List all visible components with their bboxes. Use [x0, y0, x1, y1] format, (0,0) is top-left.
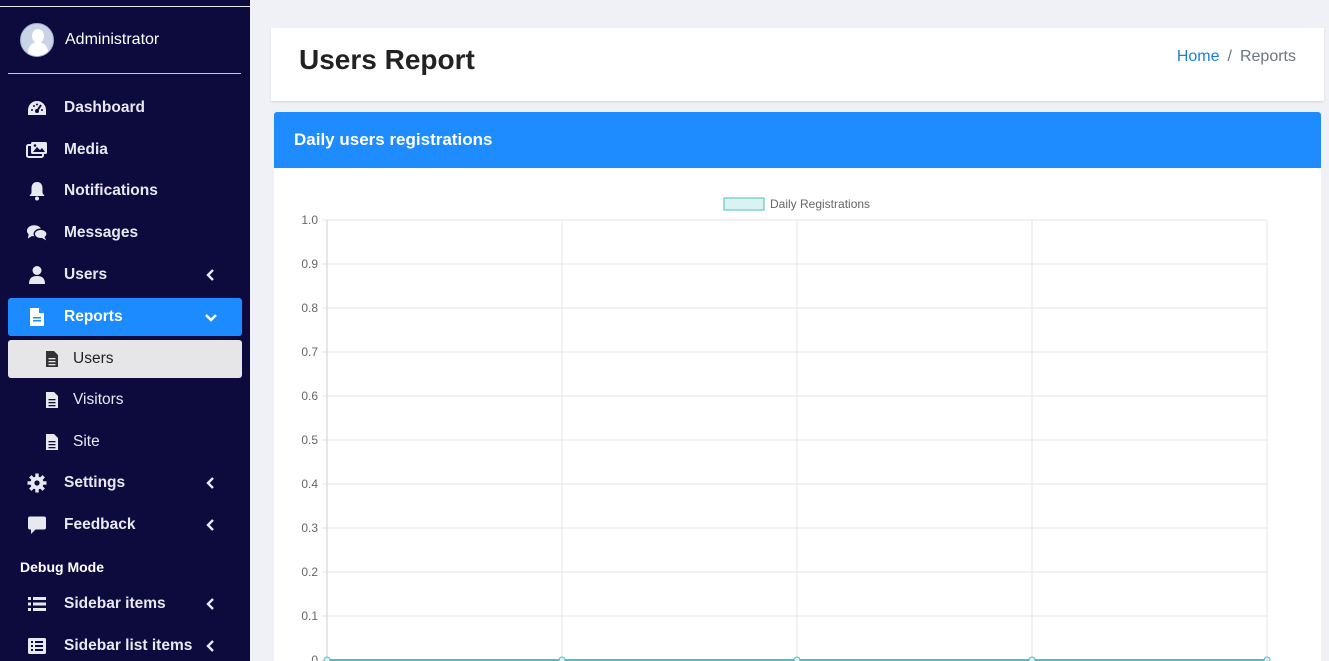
data-point	[1263, 656, 1271, 661]
sidebar-section-title: Debug Mode	[20, 559, 104, 575]
file-text-icon	[44, 432, 60, 452]
y-tick-label: 0.5	[301, 433, 318, 447]
sidebar-subitem-label: Users	[73, 350, 114, 367]
user-panel[interactable]: Administrator	[20, 22, 159, 58]
images-icon	[26, 139, 48, 161]
y-tick-label: 0.7	[301, 345, 318, 359]
sidebar-item-users[interactable]: Users	[8, 256, 242, 294]
data-point	[1028, 656, 1036, 661]
sidebar-item-label: Feedback	[64, 516, 136, 533]
chevron-left-icon	[206, 640, 214, 652]
data-point	[558, 656, 566, 661]
sidebar-item-label: Media	[64, 141, 108, 158]
card-header: Daily users registrations	[274, 112, 1321, 168]
sidebar-item-label: Reports	[64, 308, 123, 325]
breadcrumb-home-link[interactable]: Home	[1177, 48, 1220, 65]
y-tick-label: 0.3	[301, 521, 318, 535]
page-title: Users Report	[299, 44, 475, 75]
sidebar-item-reports[interactable]: Reports	[8, 298, 242, 336]
y-tick-label: 0.8	[301, 301, 318, 315]
chevron-down-icon	[205, 314, 217, 322]
sidebar-subitem-visitors[interactable]: Visitors	[8, 381, 242, 419]
breadcrumb-separator: /	[1227, 48, 1232, 65]
sidebar-item-sidebar-items[interactable]: Sidebar items	[8, 585, 242, 623]
y-tick-label: 1.0	[301, 213, 318, 227]
sidebar-item-label: Notifications	[64, 182, 158, 199]
breadcrumb: Home / Reports	[1177, 48, 1296, 66]
sidebar-item-label: Settings	[64, 474, 126, 491]
sidebar-item-media[interactable]: Media	[8, 131, 242, 169]
y-tick-label: 0.4	[301, 477, 318, 491]
sidebar-divider	[8, 73, 241, 74]
sidebar-item-label: Sidebar items	[64, 595, 166, 612]
file-icon	[26, 306, 48, 328]
list-icon	[26, 593, 48, 615]
sidebar-item-messages[interactable]: Messages	[8, 214, 242, 252]
bell-icon	[26, 180, 48, 202]
sidebar-subitem-label: Visitors	[73, 391, 124, 408]
content-header: Users Report Home / Reports	[271, 28, 1324, 101]
sidebar-item-label: Dashboard	[64, 99, 145, 116]
chevron-left-icon	[206, 477, 214, 489]
user-name[interactable]: Administrator	[65, 31, 159, 49]
data-point	[323, 656, 331, 661]
y-tick-label: 0.6	[301, 389, 318, 403]
sidebar-item-label: Messages	[64, 224, 139, 241]
sidebar-item-feedback[interactable]: Feedback	[8, 506, 242, 544]
user-icon	[26, 264, 48, 286]
y-tick-label: 0.9	[301, 257, 318, 271]
gear-icon	[26, 472, 48, 494]
sidebar-subitem-site[interactable]: Site	[8, 423, 242, 461]
sidebar-item-label: Users	[64, 266, 108, 283]
sidebar-item-dashboard[interactable]: Dashboard	[8, 89, 242, 127]
sidebar-subitem-label: Site	[73, 433, 100, 450]
sidebar-item-sidebar-list-items[interactable]: Sidebar list items	[8, 627, 242, 661]
breadcrumb-current: Reports	[1239, 48, 1296, 65]
sidebar-subitem-users[interactable]: Users	[8, 340, 242, 378]
comment-icon	[26, 514, 48, 536]
chevron-left-icon	[206, 519, 214, 531]
sidebar-item-label: Sidebar list items	[64, 637, 193, 654]
sidebar: Administrator Dashboard Media Notificati…	[0, 0, 250, 661]
chart-container: Daily Registrations 1.0 0.9 0.8 0.7 0.6 0.5 0.4…	[274, 168, 1321, 661]
file-text-icon	[44, 349, 60, 369]
chevron-left-icon	[206, 598, 214, 610]
file-text-icon	[44, 390, 60, 410]
sidebar-item-notifications[interactable]: Notifications	[8, 172, 242, 210]
y-tick-label: 0.2	[301, 565, 318, 579]
card-title: Daily users registrations	[294, 130, 493, 149]
comments-icon	[26, 222, 48, 244]
tachometer-icon	[26, 97, 48, 119]
legend-label: Daily Registrations	[770, 197, 870, 211]
y-tick-label: 0.1	[301, 609, 318, 623]
list-alt-icon	[26, 635, 48, 657]
report-card: Daily users registrations Daily Registra…	[274, 112, 1321, 661]
sidebar-top-line	[0, 6, 250, 7]
line-chart: Daily Registrations 1.0 0.9 0.8 0.7 0.6 0.5 0.4…	[301, 197, 1271, 661]
data-point	[793, 656, 801, 661]
legend-swatch	[723, 197, 765, 211]
chevron-left-icon	[206, 269, 214, 281]
sidebar-item-settings[interactable]: Settings	[8, 464, 242, 502]
avatar[interactable]	[20, 23, 54, 57]
y-tick-label: 0	[311, 653, 318, 661]
